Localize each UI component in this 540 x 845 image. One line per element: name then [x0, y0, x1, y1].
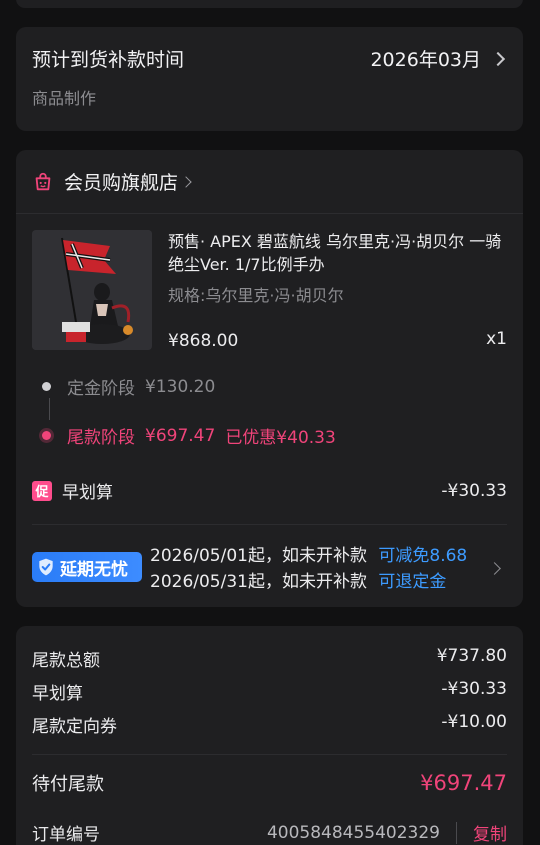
order-item-card: 会员购旗舰店 预售· APEX 碧蓝航线 乌尔里克·冯·胡贝尔 一骑绝尘Ver.… — [16, 150, 523, 607]
divider — [32, 754, 507, 755]
product-spec: 规格:乌尔里克·冯·胡贝尔 — [168, 286, 344, 305]
stage-dot — [42, 382, 51, 391]
divider — [16, 213, 523, 214]
summary-row: 尾款定向券 -¥10.00 — [32, 712, 507, 737]
final-discount: 已优惠¥40.33 — [225, 428, 336, 448]
summary-label: 尾款总额 — [32, 651, 100, 671]
summary-label: 早划算 — [32, 684, 83, 704]
amount-due-row: 待付尾款 ¥697.47 — [32, 770, 507, 796]
deposit-amount: ¥130.20 — [145, 376, 216, 397]
final-stage-label: 尾款阶段 — [67, 428, 135, 448]
payment-summary-card: 尾款总额 ¥737.80 早划算 -¥30.33 尾款定向券 -¥10.00 待… — [16, 626, 523, 845]
delivery-value: 2026年03月 — [370, 49, 481, 71]
promo-value: -¥30.33 — [441, 480, 507, 501]
amount-due-label: 待付尾款 — [32, 774, 104, 795]
summary-label: 尾款定向券 — [32, 717, 117, 737]
summary-value: -¥30.33 — [441, 679, 507, 699]
chevron-right-icon[interactable] — [490, 51, 506, 66]
previous-card-edge — [16, 0, 523, 8]
summary-value: ¥737.80 — [436, 646, 507, 666]
delay-benefit-2: 可退定金 — [378, 572, 447, 592]
amount-due-value: ¥697.47 — [420, 771, 507, 795]
promo-row: 促 早划算 -¥30.33 — [32, 478, 507, 503]
stage-connector — [49, 398, 50, 420]
order-number-row: 订单编号 4005848455402329 复制 — [32, 820, 507, 845]
summary-value: -¥10.00 — [441, 712, 507, 732]
delay-terms[interactable]: 2026/05/01起，如未开补款 可减免8.68 2026/05/31起，如未… — [150, 543, 467, 595]
delivery-row[interactable]: 预计到货补款时间 2026年03月 — [32, 45, 507, 72]
promo-badge: 促 — [32, 480, 52, 501]
divider — [32, 524, 507, 525]
final-amount: ¥697.47 — [145, 425, 216, 446]
deposit-stage-label: 定金阶段 — [67, 379, 135, 399]
chevron-right-icon[interactable] — [488, 562, 501, 575]
shield-check-icon — [39, 558, 53, 576]
shop-name[interactable]: 会员购旗舰店 — [64, 168, 178, 195]
delay-benefit-1: 可减免8.68 — [378, 546, 468, 566]
delivery-title: 预计到货补款时间 — [32, 49, 185, 71]
copy-button[interactable]: 复制 — [473, 820, 507, 845]
delivery-subtitle: 商品制作 — [32, 89, 97, 108]
delay-line-1: 2026/05/01起，如未开补款 — [150, 546, 367, 566]
delay-line-2: 2026/05/31起，如未开补款 — [150, 572, 367, 592]
chevron-right-icon[interactable] — [180, 175, 192, 188]
deposit-stage: 定金阶段 ¥130.20 — [42, 374, 215, 399]
final-stage: 尾款阶段 ¥697.47 已优惠¥40.33 — [42, 423, 336, 448]
order-number: 4005848455402329 — [266, 822, 440, 843]
stage-dot-active — [42, 431, 51, 440]
delay-protection-badge[interactable]: 延期无忧 — [32, 552, 142, 582]
summary-row: 尾款总额 ¥737.80 — [32, 646, 507, 671]
product-image[interactable] — [32, 230, 152, 350]
delay-badge-label: 延期无忧 — [60, 559, 128, 580]
delivery-card[interactable]: 预计到货补款时间 2026年03月 商品制作 — [16, 27, 523, 131]
promo-name: 早划算 — [62, 483, 113, 503]
product-price: ¥868.00 — [168, 331, 239, 351]
summary-row: 早划算 -¥30.33 — [32, 679, 507, 704]
product-title[interactable]: 预售· APEX 碧蓝航线 乌尔里克·冯·胡贝尔 一骑绝尘Ver. 1/7比例手… — [168, 230, 513, 276]
shopping-bag-icon — [35, 172, 51, 190]
shop-header[interactable]: 会员购旗舰店 — [32, 168, 507, 195]
product-quantity: x1 — [486, 329, 507, 349]
order-number-label: 订单编号 — [32, 825, 100, 845]
separator — [456, 821, 457, 844]
